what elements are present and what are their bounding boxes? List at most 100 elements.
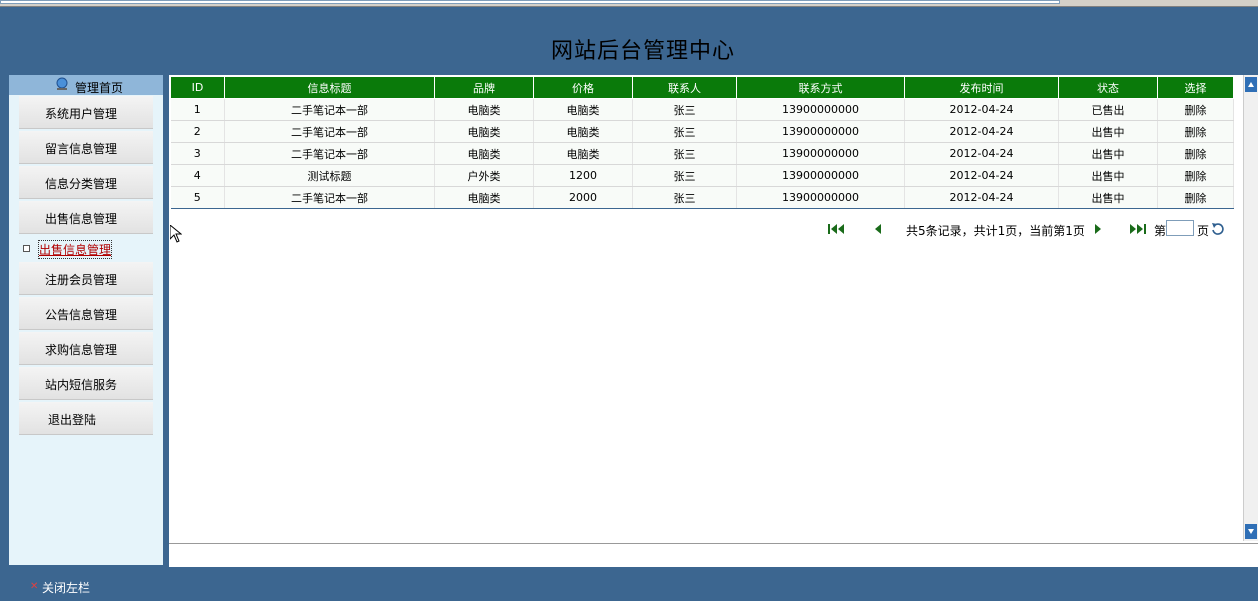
refresh-icon[interactable] <box>1210 221 1226 237</box>
cell-id: 1 <box>170 98 225 121</box>
nav-site-messages[interactable]: 站内短信服务 <box>19 367 153 400</box>
sub-item-label[interactable]: 出售信息管理 <box>37 240 113 259</box>
nav-members[interactable]: 注册会员管理 <box>19 262 153 295</box>
table-row: 5 二手笔记本一部 电脑类 2000 张三 13900000000 2012-0… <box>170 186 1234 209</box>
main-content: ID 信息标题 品牌 价格 联系人 联系方式 发布时间 状态 选择 1 二手笔记… <box>169 75 1258 567</box>
nav-label: 系统用户管理 <box>45 107 118 121</box>
cell-title: 测试标题 <box>224 164 435 187</box>
last-page-icon[interactable] <box>1127 221 1149 237</box>
cell-phone: 13900000000 <box>736 164 905 187</box>
pagination: 共5条记录，共计1页，当前第1页 第 页 <box>169 220 1258 241</box>
cell-price: 电脑类 <box>533 142 633 165</box>
cell-contact: 张三 <box>632 120 737 143</box>
col-header: 状态 <box>1058 76 1158 99</box>
home-icon <box>56 77 68 90</box>
cell-brand: 户外类 <box>434 164 534 187</box>
cell-id: 3 <box>170 142 225 165</box>
cell-brand: 电脑类 <box>434 186 534 209</box>
delete-link[interactable]: 删除 <box>1157 120 1234 143</box>
cell-title: 二手笔记本一部 <box>224 142 435 165</box>
cell-contact: 张三 <box>632 164 737 187</box>
cell-price: 电脑类 <box>533 98 633 121</box>
header: 网站后台管理中心 <box>4 7 1258 75</box>
cell-price: 电脑类 <box>533 120 633 143</box>
cell-phone: 13900000000 <box>736 120 905 143</box>
cell-id: 2 <box>170 120 225 143</box>
nav-announcements[interactable]: 公告信息管理 <box>19 297 153 330</box>
col-header: 联系方式 <box>736 76 905 99</box>
footer: ✕ 关闭左栏 <box>4 572 1258 601</box>
sale-info-table: ID 信息标题 品牌 价格 联系人 联系方式 发布时间 状态 选择 1 二手笔记… <box>170 76 1234 209</box>
cell-brand: 电脑类 <box>434 98 534 121</box>
nav-categories[interactable]: 信息分类管理 <box>19 166 153 199</box>
nav-system-users[interactable]: 系统用户管理 <box>19 96 153 129</box>
cell-title: 二手笔记本一部 <box>224 98 435 121</box>
col-header: 价格 <box>533 76 633 99</box>
delete-link[interactable]: 删除 <box>1157 186 1234 209</box>
scroll-up-button[interactable] <box>1245 77 1257 92</box>
cell-status: 出售中 <box>1058 120 1158 143</box>
cell-title: 二手笔记本一部 <box>224 186 435 209</box>
cell-contact: 张三 <box>632 98 737 121</box>
table-row: 3 二手笔记本一部 电脑类 电脑类 张三 13900000000 2012-04… <box>170 142 1234 165</box>
divider <box>169 543 1258 544</box>
cell-date: 2012-04-24 <box>904 164 1059 187</box>
page-suffix: 页 <box>1197 224 1210 238</box>
cell-phone: 13900000000 <box>736 98 905 121</box>
cell-brand: 电脑类 <box>434 120 534 143</box>
nav-label: 留言信息管理 <box>45 142 118 156</box>
col-header: 品牌 <box>434 76 534 99</box>
prev-page-icon[interactable] <box>871 221 885 237</box>
browser-top-strip <box>0 0 1258 7</box>
cell-phone: 13900000000 <box>736 186 905 209</box>
table-row: 4 测试标题 户外类 1200 张三 13900000000 2012-04-2… <box>170 164 1234 187</box>
cell-date: 2012-04-24 <box>904 186 1059 209</box>
cell-status: 出售中 <box>1058 164 1158 187</box>
nav-messages[interactable]: 留言信息管理 <box>19 131 153 164</box>
cell-date: 2012-04-24 <box>904 142 1059 165</box>
home-link[interactable]: 管理首页 <box>75 79 123 96</box>
cell-status: 已售出 <box>1058 98 1158 121</box>
cell-phone: 13900000000 <box>736 142 905 165</box>
close-icon[interactable]: ✕ <box>30 581 38 592</box>
col-header: 信息标题 <box>224 76 435 99</box>
vertical-scrollbar[interactable] <box>1243 75 1258 541</box>
col-header: 发布时间 <box>904 76 1059 99</box>
nav-sale-info[interactable]: 出售信息管理 <box>19 201 153 234</box>
cell-date: 2012-04-24 <box>904 98 1059 121</box>
col-header: ID <box>170 76 225 99</box>
cell-status: 出售中 <box>1058 142 1158 165</box>
table-row: 2 二手笔记本一部 电脑类 电脑类 张三 13900000000 2012-04… <box>170 120 1234 143</box>
nav-label: 出售信息管理 <box>45 212 118 226</box>
cell-id: 4 <box>170 164 225 187</box>
nav-purchase-requests[interactable]: 求购信息管理 <box>19 332 153 365</box>
cursor-icon <box>170 225 182 243</box>
next-page-icon[interactable] <box>1091 221 1105 237</box>
cell-contact: 张三 <box>632 142 737 165</box>
nav-label: 信息分类管理 <box>45 177 118 191</box>
close-sidebar-button[interactable]: 关闭左栏 <box>42 579 90 596</box>
cell-title: 二手笔记本一部 <box>224 120 435 143</box>
scroll-down-button[interactable] <box>1245 524 1257 539</box>
address-bar[interactable] <box>0 0 1060 4</box>
nav-label: 退出登陆 <box>48 413 97 427</box>
delete-link[interactable]: 删除 <box>1157 98 1234 121</box>
bullet-icon <box>23 245 30 252</box>
cell-brand: 电脑类 <box>434 142 534 165</box>
cell-price: 1200 <box>533 164 633 187</box>
cell-status: 出售中 <box>1058 186 1158 209</box>
triangle-down-icon <box>1248 529 1254 534</box>
table-header-row: ID 信息标题 品牌 价格 联系人 联系方式 发布时间 状态 选择 <box>170 76 1234 99</box>
page-number-input[interactable] <box>1166 220 1194 236</box>
nav-label: 公告信息管理 <box>45 308 118 322</box>
nav-logout[interactable]: 退出登陆 <box>19 402 153 435</box>
sidebar-header[interactable]: 管理首页 <box>9 75 163 95</box>
first-page-icon[interactable] <box>826 221 848 237</box>
cell-date: 2012-04-24 <box>904 120 1059 143</box>
cell-price: 2000 <box>533 186 633 209</box>
page-title: 网站后台管理中心 <box>550 39 735 64</box>
cell-contact: 张三 <box>632 186 737 209</box>
delete-link[interactable]: 删除 <box>1157 142 1234 165</box>
delete-link[interactable]: 删除 <box>1157 164 1234 187</box>
pagination-info: 共5条记录，共计1页，当前第1页 <box>906 224 1085 238</box>
